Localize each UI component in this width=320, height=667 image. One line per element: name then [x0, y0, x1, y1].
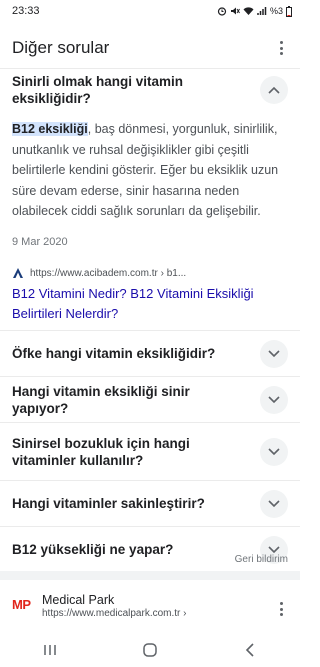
- question-text: Hangi vitamin eksikliği sinir yapıyor?: [12, 383, 190, 416]
- chevron-down-icon[interactable]: [260, 385, 288, 414]
- related-questions-card: Diğer sorular Sinirli olmak hangi vitami…: [0, 24, 300, 571]
- question-text: Öfke hangi vitamin eksikliğidir?: [12, 346, 216, 361]
- source-title-link[interactable]: B12 Vitamini Nedir? B12 Vitamini Eksikli…: [12, 284, 262, 324]
- back-icon[interactable]: [230, 635, 270, 665]
- card-title: Diğer sorular: [12, 38, 110, 57]
- answer-highlight: B12 eksikliği: [12, 122, 88, 136]
- result-more-options-icon[interactable]: [274, 600, 288, 618]
- search-result[interactable]: MP Medical Park https://www.medicalpark.…: [0, 580, 300, 620]
- wifi-icon: [243, 7, 254, 15]
- mute-icon: [230, 7, 240, 15]
- chevron-up-icon[interactable]: [260, 75, 288, 104]
- answer-source[interactable]: https://www.acibadem.com.tr › b1...: [12, 267, 186, 279]
- question-text: Sinirli olmak hangi vitamin eksikliğidir…: [12, 73, 184, 106]
- more-options-icon[interactable]: [274, 39, 288, 57]
- status-time: 23:33: [12, 5, 40, 17]
- signal-icon: [257, 7, 267, 15]
- question-row[interactable]: B12 yüksekliği ne yapar?: [0, 526, 300, 572]
- question-row[interactable]: Hangi vitamin eksikliği sinir yapıyor?: [0, 376, 300, 422]
- result-site-name[interactable]: Medical Park: [42, 593, 114, 607]
- chevron-down-icon[interactable]: [260, 339, 288, 368]
- system-nav-bar: [0, 632, 300, 667]
- card-header: Diğer sorular: [12, 36, 288, 60]
- question-row[interactable]: Öfke hangi vitamin eksikliğidir?: [0, 330, 300, 376]
- battery-icon: [286, 5, 292, 17]
- question-text: B12 yüksekliği ne yapar?: [12, 542, 174, 557]
- alarm-icon: [217, 7, 227, 16]
- chevron-down-icon[interactable]: [260, 489, 288, 518]
- question-row[interactable]: Sinirsel bozukluk için hangi vitaminler …: [0, 422, 300, 480]
- expanded-question-row[interactable]: Sinirli olmak hangi vitamin eksikliğidir…: [0, 68, 300, 110]
- question-text: Hangi vitaminler sakinleştirir?: [12, 496, 205, 511]
- answer-snippet: B12 eksikliği, baş dönmesi, yorgunluk, s…: [12, 119, 284, 222]
- answer-date: 9 Mar 2020: [12, 236, 68, 248]
- chevron-down-icon[interactable]: [260, 437, 288, 466]
- medical-park-logo: MP: [12, 597, 31, 612]
- battery-percent: %3: [269, 6, 283, 16]
- answer-text: , baş dönmesi, yorgunluk, sinirlilik, un…: [12, 122, 279, 218]
- question-row[interactable]: Hangi vitaminler sakinleştirir?: [0, 480, 300, 526]
- source-url: https://www.acibadem.com.tr › b1...: [30, 267, 187, 279]
- result-url: https://www.medicalpark.com.tr ›: [42, 608, 187, 619]
- home-icon[interactable]: [130, 635, 170, 665]
- question-text: Sinirsel bozukluk için hangi vitaminler …: [12, 435, 190, 468]
- status-bar: 23:33 %3: [0, 0, 300, 22]
- acibadem-favicon-icon: [13, 268, 23, 278]
- section-divider: [0, 571, 300, 580]
- status-icons: %3: [217, 5, 292, 17]
- feedback-link[interactable]: Geri bildirim: [235, 554, 288, 565]
- recent-apps-icon[interactable]: [30, 635, 70, 665]
